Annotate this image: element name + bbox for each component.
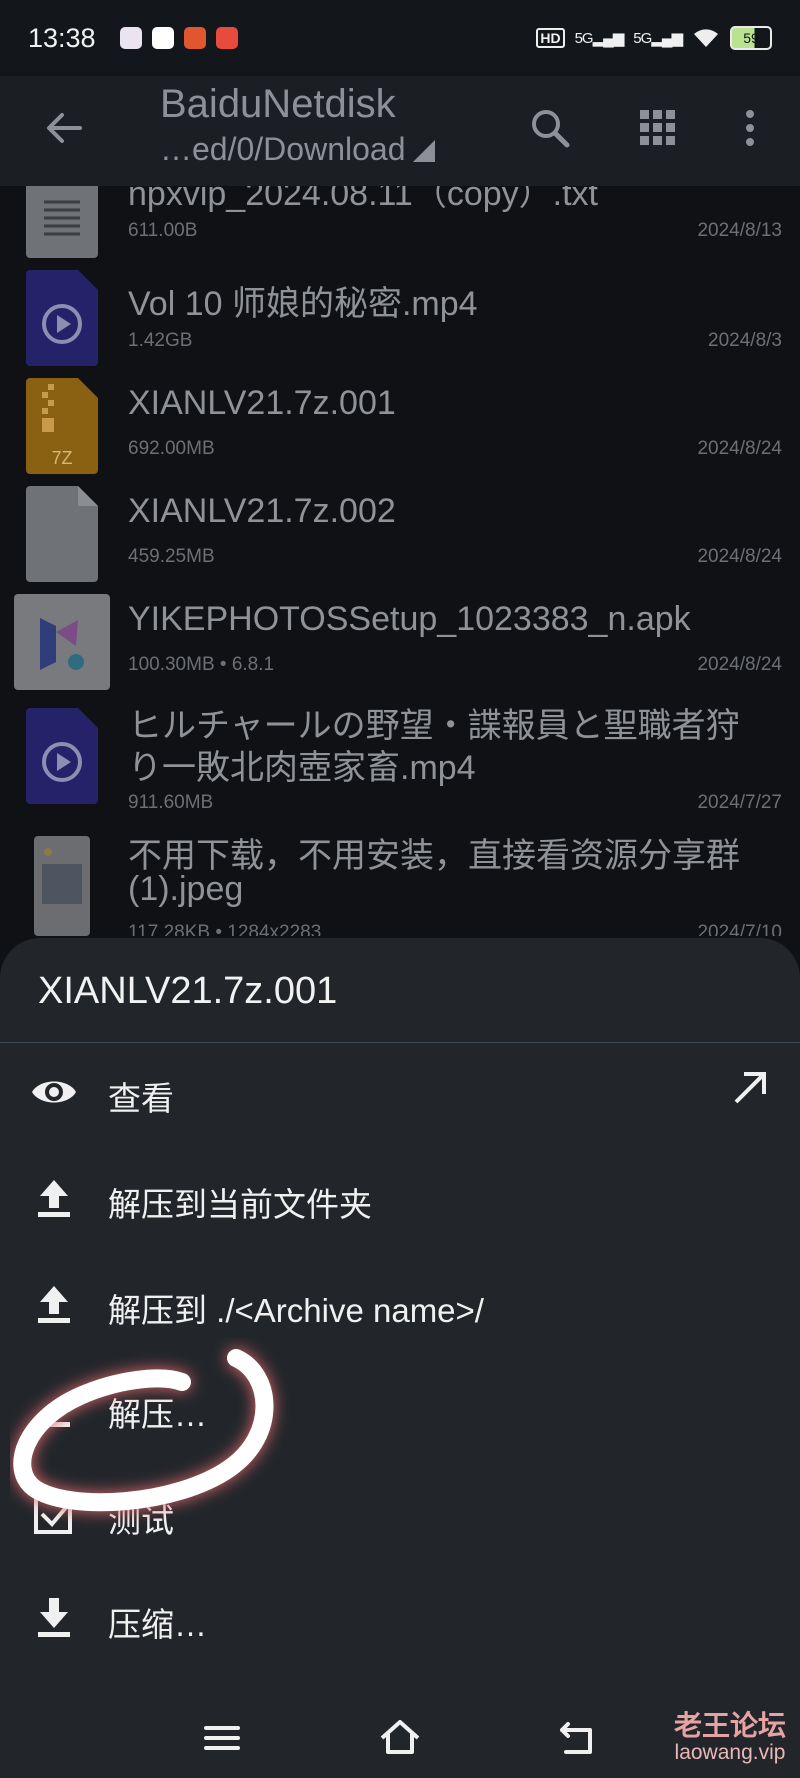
file-date: 2024/8/3: [708, 330, 782, 351]
extract-upload-icon: [38, 1180, 70, 1217]
file-row[interactable]: YIKEPHOTOSSetup_1023383_n.apk 100.30MB •…: [0, 590, 800, 698]
file-name: npxvip_2024.08.11（copy）.txt: [128, 186, 598, 213]
more-options-icon[interactable]: [726, 104, 774, 152]
archive-badge: 7Z: [51, 448, 72, 468]
file-row[interactable]: XIANLV21.7z.002 459.25MB 2024/8/24: [0, 482, 800, 590]
app-title: BaiduNetdisk: [160, 82, 396, 126]
file-size: 100.30MB • 6.8.1: [128, 654, 275, 675]
file-date: 2024/8/24: [697, 438, 782, 459]
video-file-icon: [26, 708, 98, 804]
eye-icon: [32, 1081, 76, 1103]
menu-item-extract[interactable]: 解压…: [0, 1362, 800, 1462]
file-size: 459.25MB: [128, 546, 215, 567]
menu-item-compress[interactable]: 压缩…: [0, 1572, 800, 1672]
notification-icon-2: [151, 27, 174, 49]
back-arrow-icon[interactable]: [40, 104, 88, 152]
file-name: YIKEPHOTOSSetup_1023383_n.apk: [128, 600, 691, 638]
app-title-block[interactable]: BaiduNetdisk …ed/0/Download: [160, 82, 436, 168]
file-name: Vol 10 师娘的秘密.mp4: [128, 285, 478, 323]
download-icon: [38, 1598, 70, 1637]
menu-item-extract-to-archive-name[interactable]: 解压到 ./<Archive name>/: [0, 1258, 800, 1358]
file-date: 2024/8/24: [697, 654, 782, 675]
open-external-arrow-icon[interactable]: [730, 1068, 770, 1108]
menu-item-test[interactable]: 测试: [0, 1468, 800, 1568]
file-date: 2024/7/27: [697, 792, 782, 813]
file-row[interactable]: npxvip_2024.08.11（copy）.txt 611.00B 2024…: [0, 186, 800, 266]
dropdown-caret-icon: [413, 140, 436, 162]
generic-file-icon: [26, 486, 98, 582]
search-icon[interactable]: [526, 104, 574, 152]
site-watermark: 老王论坛 laowang.vip: [673, 1710, 786, 1764]
video-file-icon: [26, 270, 98, 366]
app-bar: BaiduNetdisk …ed/0/Download: [0, 76, 800, 186]
file-name-line-2: り一敗北肉壺家畜.mp4: [128, 749, 476, 787]
network-label-2: 5G: [633, 30, 652, 47]
signal-icon-1: 5G▂▄▆: [574, 30, 625, 47]
extract-icon: [38, 1422, 70, 1427]
file-size: 1.42GB: [128, 330, 193, 351]
divider: [0, 1042, 800, 1043]
file-size: 692.00MB: [128, 438, 215, 459]
sheet-title: XIANLV21.7z.001: [38, 970, 338, 1012]
notification-icon-4: [215, 27, 238, 49]
extract-upload-icon: [38, 1286, 70, 1323]
watermark-cn: 老王论坛: [673, 1710, 786, 1741]
file-size: 911.60MB: [128, 792, 214, 813]
menu-label: 解压到 ./<Archive name>/: [108, 1292, 484, 1329]
menu-label: 查看: [108, 1080, 174, 1117]
image-thumbnail: [34, 836, 90, 936]
network-label-1: 5G: [574, 30, 594, 47]
menu-lines-icon[interactable]: [200, 1716, 244, 1760]
file-row[interactable]: ヒルチャールの野望・諜報員と聖職者狩 り一敗北肉壺家畜.mp4 911.60MB…: [0, 698, 800, 818]
status-bar: 13:38 HD 5G▂▄▆ 5G▂▄▆ 59: [0, 0, 800, 76]
file-row[interactable]: 7Z XIANLV21.7z.001 692.00MB 2024/8/24: [0, 374, 800, 482]
hd-voice-icon: HD: [536, 28, 565, 48]
signal-icon-2: 5G▂▄▆: [633, 30, 683, 47]
current-path: …ed/0/Download: [160, 131, 406, 167]
grid-view-icon[interactable]: [634, 104, 682, 152]
file-row[interactable]: 不用下载，不用安装，直接看资源分享群 (1).jpeg 117.28KB • 1…: [0, 828, 800, 936]
menu-label: 测试: [108, 1502, 174, 1539]
home-icon[interactable]: [378, 1716, 422, 1760]
file-date: 2024/8/13: [697, 220, 782, 241]
battery-level: 59: [743, 30, 759, 46]
file-date: 2024/8/24: [697, 546, 782, 567]
menu-label: 解压…: [108, 1396, 207, 1433]
apk-app-icon: [14, 594, 110, 690]
file-row[interactable]: Vol 10 师娘的秘密.mp4 1.42GB 2024/8/3: [0, 266, 800, 374]
status-time: 13:38: [28, 22, 96, 53]
file-name-line-2: (1).jpeg: [128, 870, 244, 908]
menu-label: 解压到当前文件夹: [108, 1186, 372, 1223]
status-indicators: HD 5G▂▄▆ 5G▂▄▆ 59: [536, 26, 772, 50]
watermark-en: laowang.vip: [674, 1741, 786, 1764]
back-nav-icon[interactable]: [556, 1716, 600, 1760]
file-list: npxvip_2024.08.11（copy）.txt 611.00B 2024…: [0, 186, 800, 936]
text-file-icon: [26, 186, 98, 258]
file-size: 117.28KB • 1284x2283: [128, 922, 322, 936]
menu-label: 压缩…: [108, 1606, 207, 1643]
checkbox-check-icon: [34, 1496, 76, 1534]
wifi-icon: [694, 29, 718, 47]
file-name: XIANLV21.7z.002: [128, 492, 396, 530]
menu-item-extract-here[interactable]: 解压到当前文件夹: [0, 1152, 800, 1252]
action-bottom-sheet: XIANLV21.7z.001 查看 解压到当前文件夹 解压到 ./<Archi…: [0, 938, 800, 1698]
path-dropdown[interactable]: …ed/0/Download: [160, 131, 436, 168]
file-size: 611.00B: [128, 220, 198, 241]
notification-icon-3: [183, 27, 206, 49]
file-date: 2024/7/10: [697, 922, 782, 936]
file-name: XIANLV21.7z.001: [128, 384, 396, 422]
notification-icon-1: [119, 27, 142, 49]
battery-icon: 59: [730, 26, 772, 50]
archive-7z-icon: 7Z: [26, 378, 98, 474]
menu-item-view[interactable]: 查看: [0, 1046, 800, 1146]
